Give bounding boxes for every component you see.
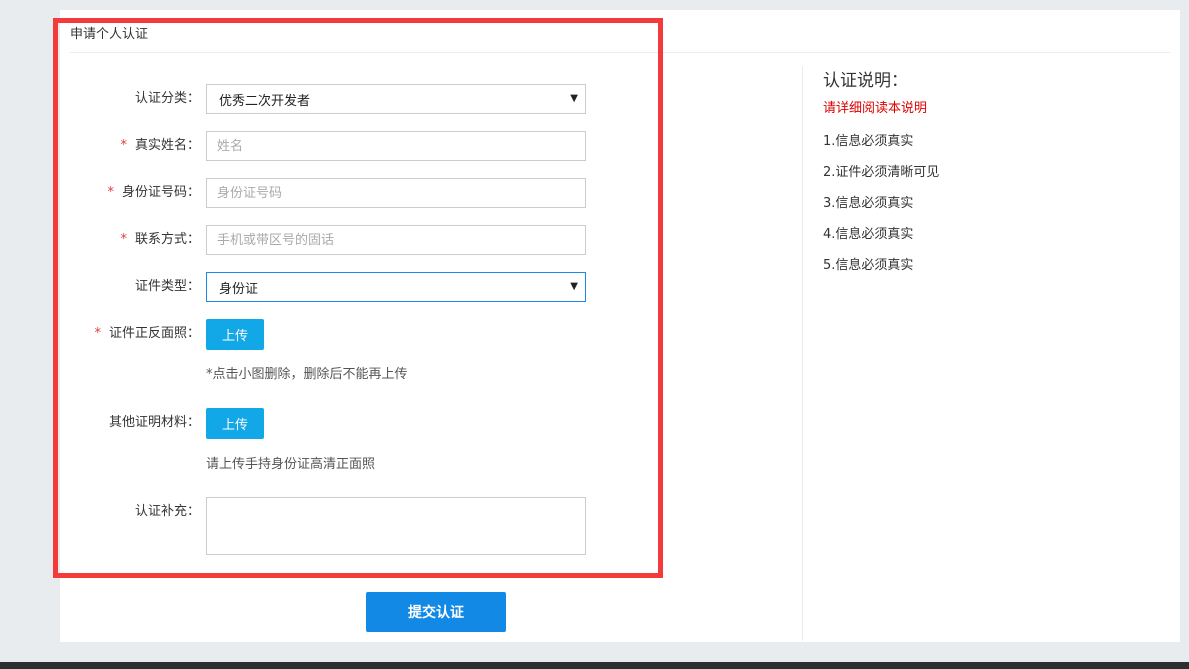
list-item: 2.证件必须清晰可见 [823,165,940,180]
otherdocs-upload-button[interactable]: 上传 [206,408,264,439]
doctype-value: 身份证 [219,281,259,297]
list-item: 3.信息必须真实 [823,196,914,211]
required-marker: * [107,185,114,200]
category-select[interactable]: 优秀二次开发者 ▼ [206,84,586,114]
sidebar-title: 认证说明： [823,71,908,91]
otherdocs-hint: 请上传手持身份证高清正面照 [206,457,376,472]
otherdocs-label: 其他证明材料： [108,415,200,430]
panel-title: 申请个人认证 [70,27,149,42]
sidebar-list: 1.信息必须真实 2.证件必须清晰可见 3.信息必须真实 4.信息必须真实 5.… [823,134,939,289]
realname-input[interactable] [206,131,586,161]
supplement-label: 认证补充： [134,504,200,519]
list-item: 1.信息必须真实 [823,134,914,149]
category-value: 优秀二次开发者 [219,93,311,109]
title-divider [70,52,1170,53]
category-label: 认证分类： [134,91,200,106]
doctype-select[interactable]: 身份证 ▼ [206,272,586,302]
doctype-label: 证件类型： [134,279,200,294]
caret-down-icon: ▼ [570,93,578,104]
form-panel: 申请个人认证 认证分类： 优秀二次开发者 ▼ *真实姓名： *身份证号码： *联… [60,10,1180,642]
submit-button[interactable]: 提交认证 [366,592,506,632]
idnumber-input[interactable] [206,178,586,208]
realname-label: * 真实姓名： [120,138,200,153]
contact-label: * 联系方式： [120,232,200,247]
sidebar-subtitle: 请详细阅读本说明 [823,101,928,116]
supplement-textarea[interactable] [206,497,586,555]
required-marker: * [94,326,101,341]
list-item: 4.信息必须真实 [823,227,914,242]
required-marker: * [120,232,127,247]
idnumber-label: * 身份证号码： [107,185,200,200]
required-marker: * [120,138,127,153]
caret-down-icon: ▼ [570,281,578,292]
bottom-bar [0,662,1189,669]
docphoto-label: * 证件正反面照： [94,326,200,341]
contact-input[interactable] [206,225,586,255]
column-divider [802,66,803,641]
docphoto-hint: *点击小图删除，删除后不能再上传 [206,367,408,382]
list-item: 5.信息必须真实 [823,258,914,273]
docphoto-upload-button[interactable]: 上传 [206,319,264,350]
